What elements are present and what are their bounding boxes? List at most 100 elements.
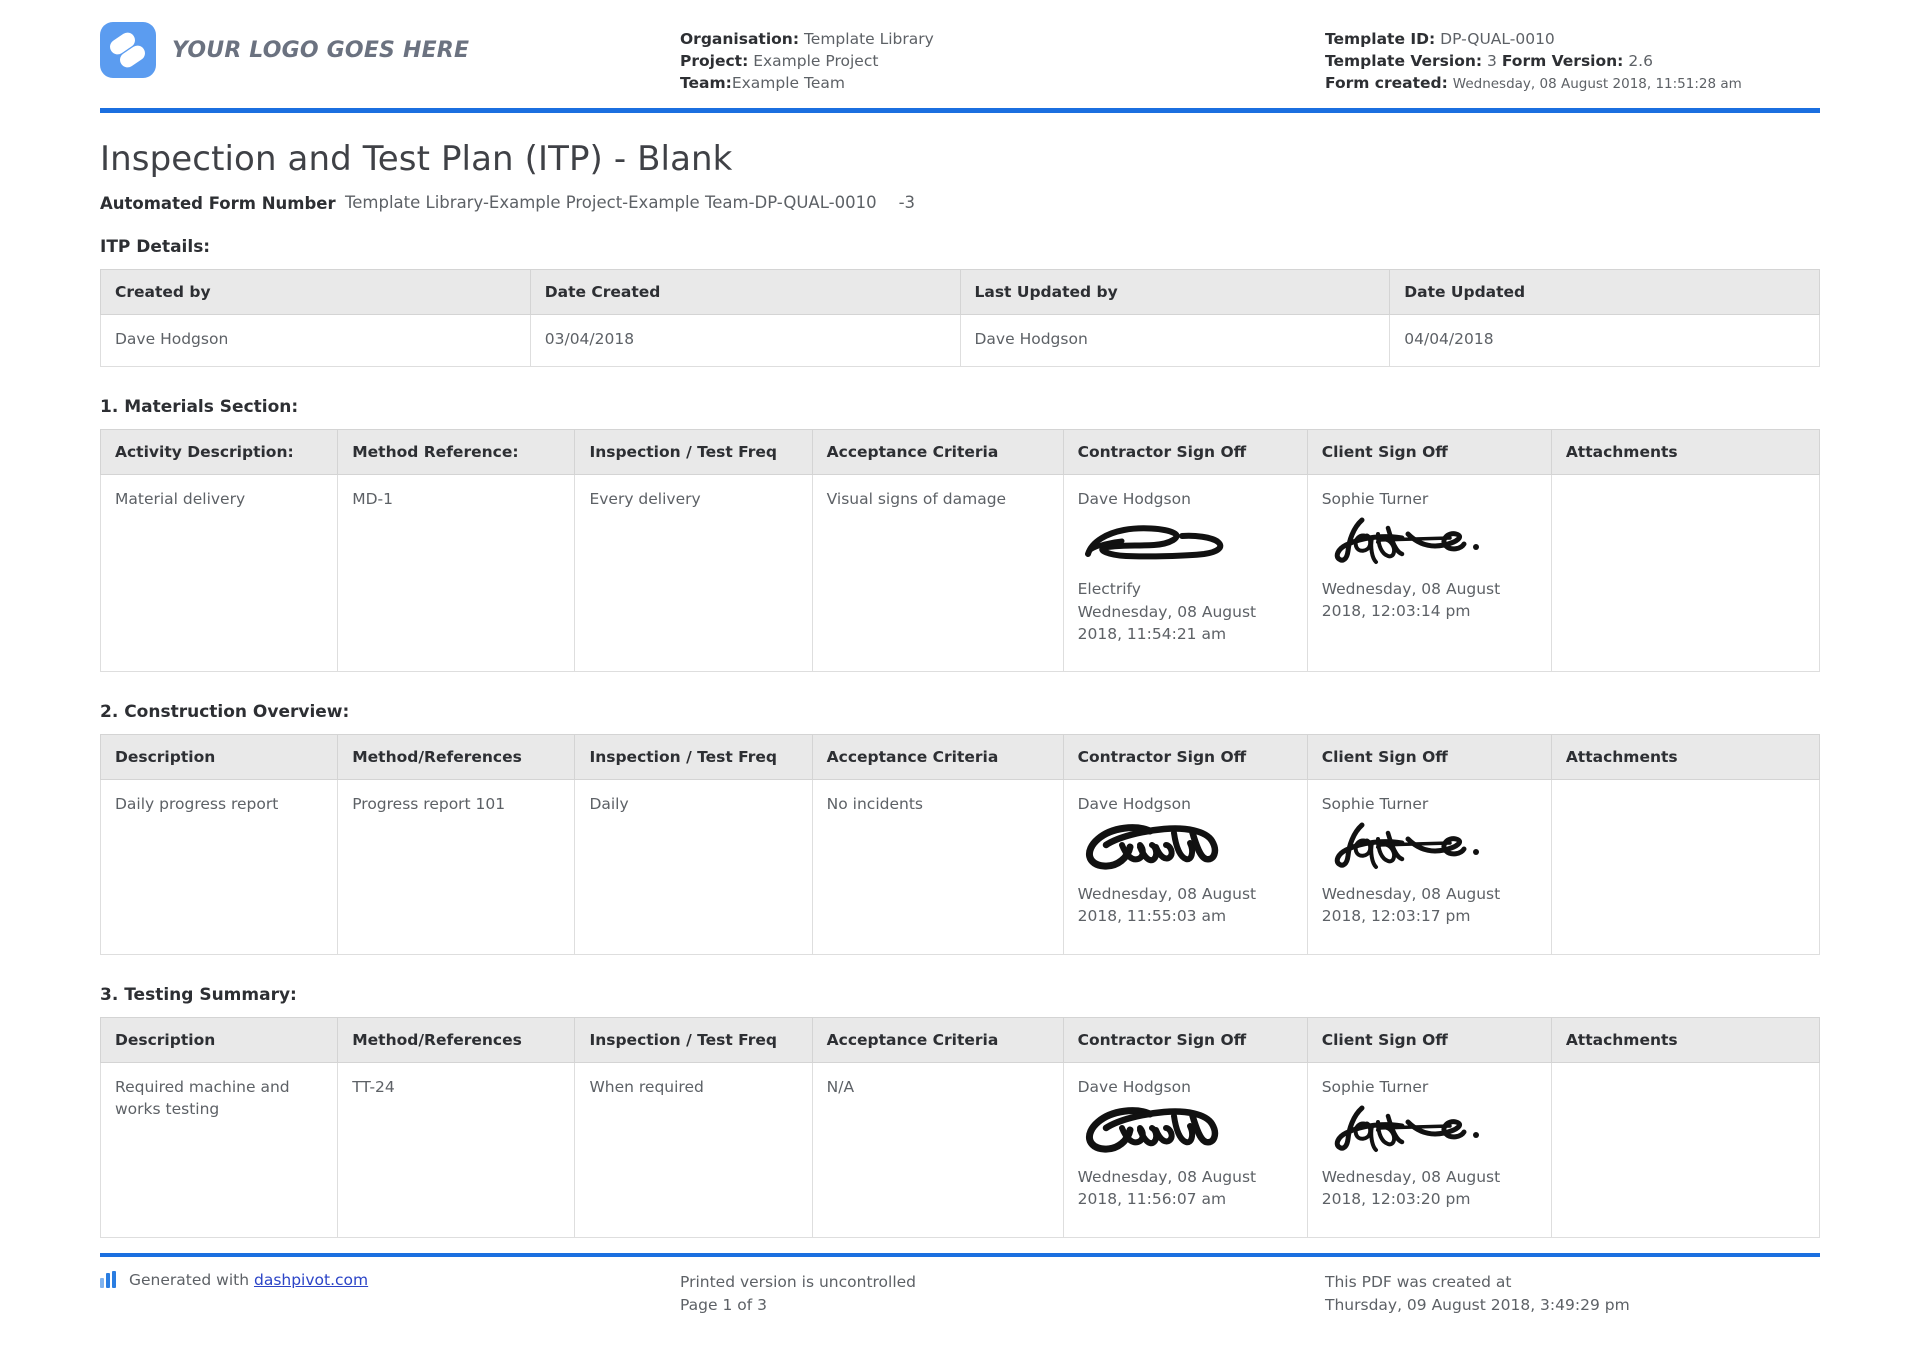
footer-generated-block: Generated with dashpivot.com bbox=[100, 1271, 680, 1289]
column-header-inspection-test-freq: Inspection / Test Freq bbox=[575, 734, 812, 779]
organisation-label: Organisation: bbox=[680, 30, 799, 48]
column-header-method-references: Method/References bbox=[338, 734, 575, 779]
column-header-client-sign-off: Client Sign Off bbox=[1307, 429, 1551, 474]
cell-contractor-sign-off: Dave Hodgson Electrify Wednesday, 08 Aug… bbox=[1063, 474, 1307, 671]
column-header-attachments: Attachments bbox=[1551, 734, 1819, 779]
materials-section: 1. Materials Section: Activity Descripti… bbox=[100, 397, 1820, 672]
materials-section-heading: 1. Materials Section: bbox=[100, 397, 1820, 417]
itp-details-table: Created by Date Created Last Updated by … bbox=[100, 269, 1820, 367]
column-header-contractor-sign-off: Contractor Sign Off bbox=[1063, 429, 1307, 474]
cell-client-sign-off: Sophie Turner bbox=[1307, 474, 1551, 671]
organisation-value: Template Library bbox=[804, 30, 934, 48]
client-date: Wednesday, 08 August 2018, 12:03:14 pm bbox=[1322, 578, 1537, 622]
form-created-label: Form created: bbox=[1325, 74, 1448, 92]
cell-description: Daily progress report bbox=[101, 779, 338, 954]
dashpivot-bars-icon bbox=[100, 1271, 120, 1288]
team-label: Team: bbox=[680, 74, 732, 92]
column-header-acceptance-criteria: Acceptance Criteria bbox=[812, 734, 1063, 779]
column-header-last-updated-by: Last Updated by bbox=[960, 269, 1390, 314]
team-value: Example Team bbox=[732, 74, 845, 92]
generated-with-label: Generated with bbox=[129, 1271, 249, 1289]
cell-client-sign-off: Sophie Turner bbox=[1307, 779, 1551, 954]
table-row: Dave Hodgson 03/04/2018 Dave Hodgson 04/… bbox=[101, 314, 1820, 366]
table-row: Daily progress report Progress report 10… bbox=[101, 779, 1820, 954]
template-id-label: Template ID: bbox=[1325, 30, 1435, 48]
column-header-client-sign-off: Client Sign Off bbox=[1307, 1017, 1551, 1062]
document-page: YOUR LOGO GOES HERE Organisation: Templa… bbox=[0, 0, 1920, 1357]
column-header-client-sign-off: Client Sign Off bbox=[1307, 734, 1551, 779]
form-created-line: Form created: Wednesday, 08 August 2018,… bbox=[1325, 72, 1820, 94]
contractor-name: Dave Hodgson bbox=[1078, 488, 1293, 510]
table-header-row: Description Method/References Inspection… bbox=[101, 734, 1820, 779]
column-header-description: Description bbox=[101, 734, 338, 779]
construction-overview-section: 2. Construction Overview: Description Me… bbox=[100, 702, 1820, 955]
materials-section-table: Activity Description: Method Reference: … bbox=[100, 429, 1820, 672]
page-number: Page 1 of 3 bbox=[680, 1294, 1160, 1317]
cell-frequency: When required bbox=[575, 1062, 812, 1237]
footer-pdf-created-block: This PDF was created at Thursday, 09 Aug… bbox=[1160, 1271, 1820, 1318]
automated-form-number-value-group: Template Library-Example Project-Example… bbox=[345, 193, 915, 212]
footer-divider bbox=[100, 1253, 1820, 1257]
itp-details-heading: ITP Details: bbox=[100, 237, 1820, 257]
company-logo-icon bbox=[100, 22, 156, 78]
cell-description: Required machine and works testing bbox=[101, 1062, 338, 1237]
cell-contractor-sign-off: Dave Hodgson Wedn bbox=[1063, 779, 1307, 954]
column-header-contractor-sign-off: Contractor Sign Off bbox=[1063, 1017, 1307, 1062]
sophie-turner-signature-icon bbox=[1322, 819, 1537, 873]
contractor-name: Dave Hodgson bbox=[1078, 1076, 1293, 1098]
cell-date-created: 03/04/2018 bbox=[530, 314, 960, 366]
cell-criteria: No incidents bbox=[812, 779, 1063, 954]
cell-method: Progress report 101 bbox=[338, 779, 575, 954]
cell-frequency: Daily bbox=[575, 779, 812, 954]
cell-attachments bbox=[1551, 779, 1819, 954]
construction-overview-heading: 2. Construction Overview: bbox=[100, 702, 1820, 722]
column-header-description: Description bbox=[101, 1017, 338, 1062]
document-footer: Generated with dashpivot.com Printed ver… bbox=[100, 1253, 1820, 1318]
project-label: Project: bbox=[680, 52, 748, 70]
automated-form-number-value: Template Library-Example Project-Example… bbox=[345, 193, 877, 212]
document-header: YOUR LOGO GOES HERE Organisation: Templa… bbox=[100, 0, 1820, 104]
table-header-row: Created by Date Created Last Updated by … bbox=[101, 269, 1820, 314]
pdf-created-label: This PDF was created at bbox=[1325, 1271, 1820, 1294]
testing-summary-heading: 3. Testing Summary: bbox=[100, 985, 1820, 1005]
cell-attachments bbox=[1551, 1062, 1819, 1237]
page-title: Inspection and Test Plan (ITP) - Blank bbox=[100, 139, 1820, 179]
testing-summary-table: Description Method/References Inspection… bbox=[100, 1017, 1820, 1238]
column-header-acceptance-criteria: Acceptance Criteria bbox=[812, 429, 1063, 474]
template-version-line: Template Version: 3 Form Version: 2.6 bbox=[1325, 50, 1820, 72]
client-name: Sophie Turner bbox=[1322, 488, 1537, 510]
dashpivot-link[interactable]: dashpivot.com bbox=[254, 1271, 368, 1289]
client-name: Sophie Turner bbox=[1322, 793, 1537, 815]
table-row: Required machine and works testing TT-24… bbox=[101, 1062, 1820, 1237]
column-header-contractor-sign-off: Contractor Sign Off bbox=[1063, 734, 1307, 779]
table-row: Material delivery MD-1 Every delivery Vi… bbox=[101, 474, 1820, 671]
cell-client-sign-off: Sophie Turner bbox=[1307, 1062, 1551, 1237]
client-name: Sophie Turner bbox=[1322, 1076, 1537, 1098]
uncontrolled-notice: Printed version is uncontrolled bbox=[680, 1271, 1160, 1294]
header-meta-organisation: Organisation: Template Library Project: … bbox=[680, 22, 1160, 94]
column-header-method-references: Method/References bbox=[338, 1017, 575, 1062]
table-header-row: Activity Description: Method Reference: … bbox=[101, 429, 1820, 474]
cell-method: TT-24 bbox=[338, 1062, 575, 1237]
project-value: Example Project bbox=[753, 52, 878, 70]
client-date: Wednesday, 08 August 2018, 12:03:17 pm bbox=[1322, 883, 1537, 927]
form-created-value: Wednesday, 08 August 2018, 11:51:28 am bbox=[1453, 76, 1742, 92]
header-meta-template: Template ID: DP-QUAL-0010 Template Versi… bbox=[1160, 22, 1820, 94]
form-version-value: 2.6 bbox=[1628, 52, 1653, 70]
column-header-date-updated: Date Updated bbox=[1390, 269, 1820, 314]
contractor-name: Dave Hodgson bbox=[1078, 793, 1293, 815]
construction-overview-table: Description Method/References Inspection… bbox=[100, 734, 1820, 955]
client-date: Wednesday, 08 August 2018, 12:03:20 pm bbox=[1322, 1166, 1537, 1210]
template-id-line: Template ID: DP-QUAL-0010 bbox=[1325, 28, 1820, 50]
contractor-date: Wednesday, 08 August 2018, 11:54:21 am bbox=[1078, 601, 1293, 645]
cell-date-updated: 04/04/2018 bbox=[1390, 314, 1820, 366]
cell-created-by: Dave Hodgson bbox=[101, 314, 531, 366]
cell-attachments bbox=[1551, 474, 1819, 671]
organisation-line: Organisation: Template Library bbox=[680, 28, 1160, 50]
table-header-row: Description Method/References Inspection… bbox=[101, 1017, 1820, 1062]
column-header-date-created: Date Created bbox=[530, 269, 960, 314]
logo-placeholder-text: YOUR LOGO GOES HERE bbox=[172, 38, 469, 63]
dave-hodgson-signature-cursive-icon bbox=[1078, 1102, 1293, 1156]
cell-criteria: Visual signs of damage bbox=[812, 474, 1063, 671]
itp-details-section: ITP Details: Created by Date Created Las… bbox=[100, 237, 1820, 367]
